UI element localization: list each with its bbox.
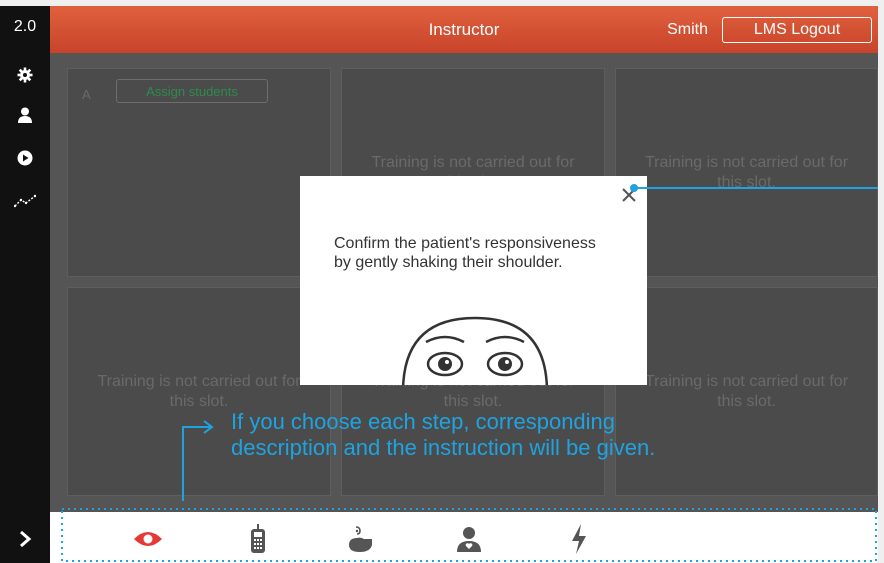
screenshot-frame: 2.0 Instructor Smith LMS Logout A Assign… xyxy=(0,0,884,563)
callout-lines xyxy=(61,184,878,562)
callout-line-1: If you choose each step, corresponding xyxy=(231,409,616,434)
callout-text: If you choose each step, corresponding d… xyxy=(231,409,655,461)
app-window: 2.0 Instructor Smith LMS Logout A Assign… xyxy=(0,6,878,563)
callout-line-2: description and the instruction will be … xyxy=(231,435,656,460)
